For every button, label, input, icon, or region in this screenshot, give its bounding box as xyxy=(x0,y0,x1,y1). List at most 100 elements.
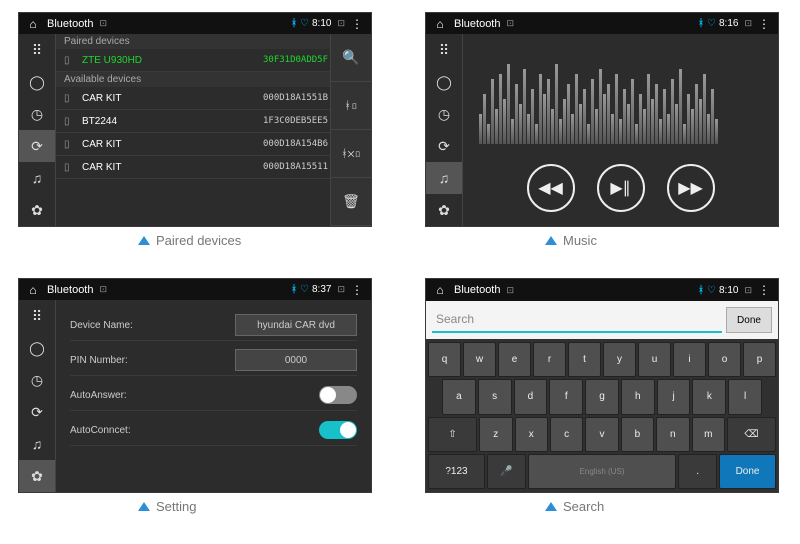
music-icon[interactable]: ♫ xyxy=(19,428,55,460)
key-w[interactable]: w xyxy=(463,342,496,377)
music-icon[interactable]: ♫ xyxy=(426,162,462,194)
picture-icon: ⊡ xyxy=(337,284,345,295)
menu-icon[interactable]: ⋮ xyxy=(349,283,365,297)
search-input[interactable]: Search xyxy=(432,307,722,333)
paired-header: Paired devices xyxy=(56,34,371,49)
device-name-field[interactable]: hyundai CAR dvd xyxy=(235,314,357,336)
settings-icon[interactable]: ✿ xyxy=(426,194,462,226)
key-k[interactable]: k xyxy=(692,379,726,414)
menu-icon[interactable]: ⋮ xyxy=(756,17,772,31)
paired-icon[interactable]: ⟳ xyxy=(19,130,55,162)
key-m[interactable]: m xyxy=(692,417,725,452)
key-z[interactable]: z xyxy=(479,417,512,452)
key-n[interactable]: n xyxy=(656,417,689,452)
pair-phone-icon[interactable]: ᚼ▯ xyxy=(331,82,371,130)
heart-icon: ♡ xyxy=(300,18,309,29)
play-pause-button[interactable]: ▶∥ xyxy=(597,164,645,212)
history-icon[interactable]: ◷ xyxy=(19,98,55,130)
topbar-title: Bluetooth xyxy=(47,18,93,30)
key-e[interactable]: e xyxy=(498,342,531,377)
device-row[interactable]: ▯CAR KIT000D18A1551B xyxy=(56,87,371,110)
mic-key[interactable]: 🎤 xyxy=(487,454,526,489)
search-icon[interactable]: 🔍 xyxy=(331,34,371,82)
history-icon[interactable]: ◷ xyxy=(426,98,462,130)
key-j[interactable]: j xyxy=(657,379,691,414)
key-h[interactable]: h xyxy=(621,379,655,414)
music-screen: ⌂ Bluetooth ⊡ ᚼ ♡ 8:16 ⊡ ⋮ ⠿ ◯ ◷ ⟳ ♫ ✿ ◀… xyxy=(425,12,779,227)
key-u[interactable]: u xyxy=(638,342,671,377)
done-key[interactable]: Done xyxy=(719,454,776,489)
phone-icon: ▯ xyxy=(64,162,76,173)
caption-arrow-icon xyxy=(138,502,150,511)
device-row[interactable]: ▯ZTE U930HD30F31D0ADD5F xyxy=(56,49,371,72)
device-name-label: Device Name: xyxy=(70,320,235,331)
key-p[interactable]: p xyxy=(743,342,776,377)
heart-icon: ♡ xyxy=(707,285,716,296)
menu-icon[interactable]: ⋮ xyxy=(756,283,772,297)
picture-icon: ⊡ xyxy=(506,285,514,296)
phone-icon: ▯ xyxy=(64,55,76,66)
home-icon[interactable]: ⌂ xyxy=(432,283,448,297)
key-a[interactable]: a xyxy=(442,379,476,414)
contacts-icon[interactable]: ◯ xyxy=(19,332,55,364)
bluetooth-icon: ᚼ xyxy=(291,18,297,29)
menu-icon[interactable]: ⋮ xyxy=(349,17,365,31)
space-key[interactable]: English (US) xyxy=(528,454,677,489)
music-icon[interactable]: ♫ xyxy=(19,162,55,194)
autoanswer-label: AutoAnswer: xyxy=(70,390,319,401)
caption: Search xyxy=(563,499,604,514)
picture-icon: ⊡ xyxy=(744,18,752,29)
key-x[interactable]: x xyxy=(515,417,548,452)
autoconnect-toggle[interactable] xyxy=(319,421,357,439)
key-l[interactable]: l xyxy=(728,379,762,414)
key-q[interactable]: q xyxy=(428,342,461,377)
key-⌫[interactable]: ⌫ xyxy=(727,417,776,452)
pin-field[interactable]: 0000 xyxy=(235,349,357,371)
settings-icon[interactable]: ✿ xyxy=(19,460,55,492)
contacts-icon[interactable]: ◯ xyxy=(19,66,55,98)
home-icon[interactable]: ⌂ xyxy=(432,17,448,31)
key-y[interactable]: y xyxy=(603,342,636,377)
device-row[interactable]: ▯CAR KIT000D18A154B6 xyxy=(56,133,371,156)
topbar-title: Bluetooth xyxy=(454,18,500,30)
period-key[interactable]: . xyxy=(678,454,717,489)
key-d[interactable]: d xyxy=(514,379,548,414)
key-c[interactable]: c xyxy=(550,417,583,452)
paired-icon[interactable]: ⟳ xyxy=(426,130,462,162)
symbols-key[interactable]: ?123 xyxy=(428,454,485,489)
autoanswer-toggle[interactable] xyxy=(319,386,357,404)
key-b[interactable]: b xyxy=(621,417,654,452)
dialpad-icon[interactable]: ⠿ xyxy=(426,34,462,66)
key-o[interactable]: o xyxy=(708,342,741,377)
home-icon[interactable]: ⌂ xyxy=(25,17,41,31)
key-r[interactable]: r xyxy=(533,342,566,377)
key-⇧[interactable]: ⇧ xyxy=(428,417,477,452)
done-button[interactable]: Done xyxy=(726,307,772,333)
home-icon[interactable]: ⌂ xyxy=(25,283,41,297)
forward-button[interactable]: ▶▶ xyxy=(667,164,715,212)
contacts-icon[interactable]: ◯ xyxy=(426,66,462,98)
key-g[interactable]: g xyxy=(585,379,619,414)
key-i[interactable]: i xyxy=(673,342,706,377)
dialpad-icon[interactable]: ⠿ xyxy=(19,300,55,332)
key-s[interactable]: s xyxy=(478,379,512,414)
unpair-phone-icon[interactable]: ᚼ✕▯ xyxy=(331,130,371,178)
key-t[interactable]: t xyxy=(568,342,601,377)
device-row[interactable]: ▯CAR KIT000D18A15511 xyxy=(56,156,371,179)
autoconnect-label: AutoConncet: xyxy=(70,425,319,436)
bluetooth-icon: ᚼ xyxy=(698,18,704,29)
paired-icon[interactable]: ⟳ xyxy=(19,396,55,428)
history-icon[interactable]: ◷ xyxy=(19,364,55,396)
dialpad-icon[interactable]: ⠿ xyxy=(19,34,55,66)
key-f[interactable]: f xyxy=(549,379,583,414)
rewind-button[interactable]: ◀◀ xyxy=(527,164,575,212)
caption-arrow-icon xyxy=(138,236,150,245)
settings-icon[interactable]: ✿ xyxy=(19,194,55,226)
device-row[interactable]: ▯BT22441F3C0DEB5EE5 xyxy=(56,110,371,133)
bluetooth-icon: ᚼ xyxy=(291,284,297,295)
key-v[interactable]: v xyxy=(585,417,618,452)
sidebar: ⠿ ◯ ◷ ⟳ ♫ ✿ xyxy=(426,34,463,226)
caption-arrow-icon xyxy=(545,502,557,511)
available-header: Available devices xyxy=(56,72,371,87)
trash-icon[interactable]: 🗑 xyxy=(331,178,371,226)
